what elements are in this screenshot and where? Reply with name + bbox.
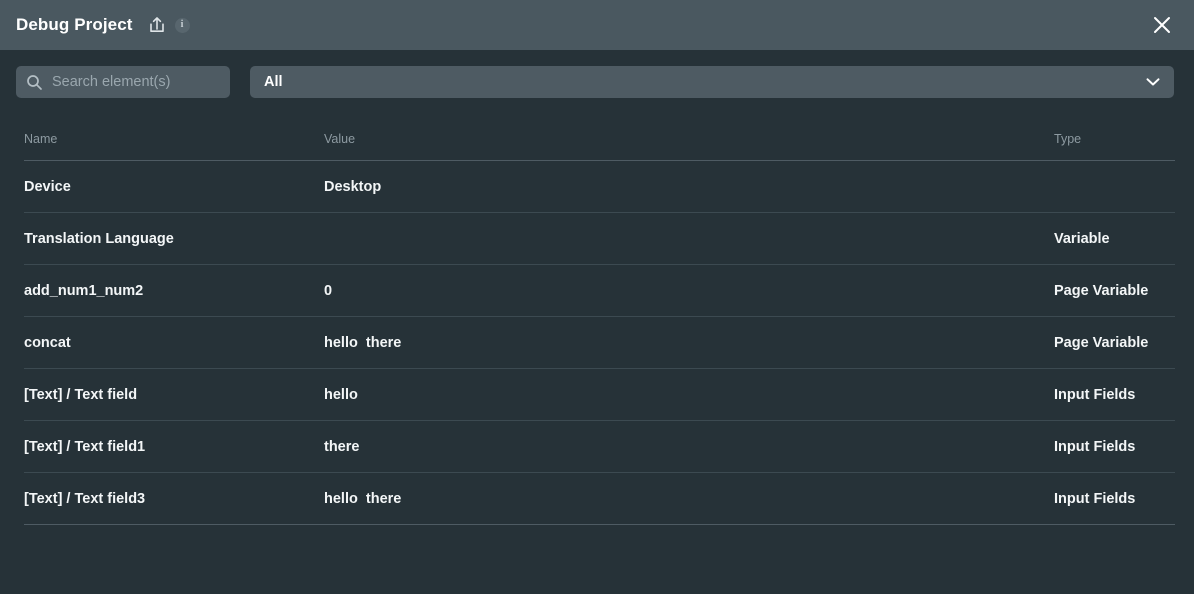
window-titlebar: Debug Project i (0, 0, 1194, 50)
cell-value (324, 212, 1054, 265)
search-input[interactable] (52, 74, 220, 90)
table-row[interactable]: [Text] / Text field1 there Input Fields (24, 420, 1175, 473)
cell-type: Variable (1054, 212, 1175, 265)
table-row[interactable]: [Text] / Text field3 hello there Input F… (24, 472, 1175, 525)
cell-name: add_num1_num2 (24, 264, 324, 317)
cell-name: concat (24, 316, 324, 369)
close-icon (1154, 17, 1170, 33)
close-button[interactable] (1140, 0, 1184, 50)
share-upload-icon-svg (149, 17, 164, 32)
cell-type: Input Fields (1054, 420, 1175, 473)
titlebar-actions: i (147, 15, 190, 35)
search-field-wrapper[interactable] (16, 66, 230, 98)
cell-value: Desktop (324, 160, 1054, 213)
share-upload-icon[interactable] (147, 15, 167, 35)
cell-name: [Text] / Text field (24, 368, 324, 421)
table-row[interactable]: add_num1_num2 0 Page Variable (24, 264, 1175, 317)
cell-value: 0 (324, 264, 1054, 317)
search-icon (27, 74, 42, 90)
cell-type: Input Fields (1054, 472, 1175, 525)
table-row[interactable]: Translation Language Variable (24, 212, 1175, 265)
cell-value: hello (324, 368, 1054, 421)
info-icon[interactable]: i (174, 17, 190, 33)
cell-name: Device (24, 160, 324, 213)
table-header-row: Name Value Type (24, 132, 1175, 161)
debug-table-container: Name Value Type Device Desktop Translati… (0, 132, 1194, 525)
filter-selected-value: All (264, 74, 283, 90)
cell-type: Input Fields (1054, 368, 1175, 421)
cell-type (1054, 160, 1175, 213)
cell-name: Translation Language (24, 212, 324, 265)
table-row[interactable]: concat hello there Page Variable (24, 316, 1175, 369)
column-header-name[interactable]: Name (24, 132, 324, 161)
page-title: Debug Project (16, 15, 133, 34)
table-body: Device Desktop Translation Language Vari… (24, 160, 1175, 525)
cell-value: hello there (324, 316, 1054, 369)
element-type-filter-select[interactable]: All (250, 66, 1174, 98)
table-row[interactable]: [Text] / Text field hello Input Fields (24, 368, 1175, 421)
debug-variables-table: Name Value Type Device Desktop Translati… (24, 132, 1175, 525)
chevron-down-icon (1146, 78, 1160, 86)
column-header-value[interactable]: Value (324, 132, 1054, 161)
cell-type: Page Variable (1054, 316, 1175, 369)
cell-name: [Text] / Text field1 (24, 420, 324, 473)
cell-type: Page Variable (1054, 264, 1175, 317)
column-header-type[interactable]: Type (1054, 132, 1175, 161)
cell-name: [Text] / Text field3 (24, 472, 324, 525)
filter-toolbar: All (0, 50, 1194, 98)
cell-value: there (324, 420, 1054, 473)
table-header: Name Value Type (24, 132, 1175, 161)
cell-value: hello there (324, 472, 1054, 525)
table-row[interactable]: Device Desktop (24, 160, 1175, 213)
